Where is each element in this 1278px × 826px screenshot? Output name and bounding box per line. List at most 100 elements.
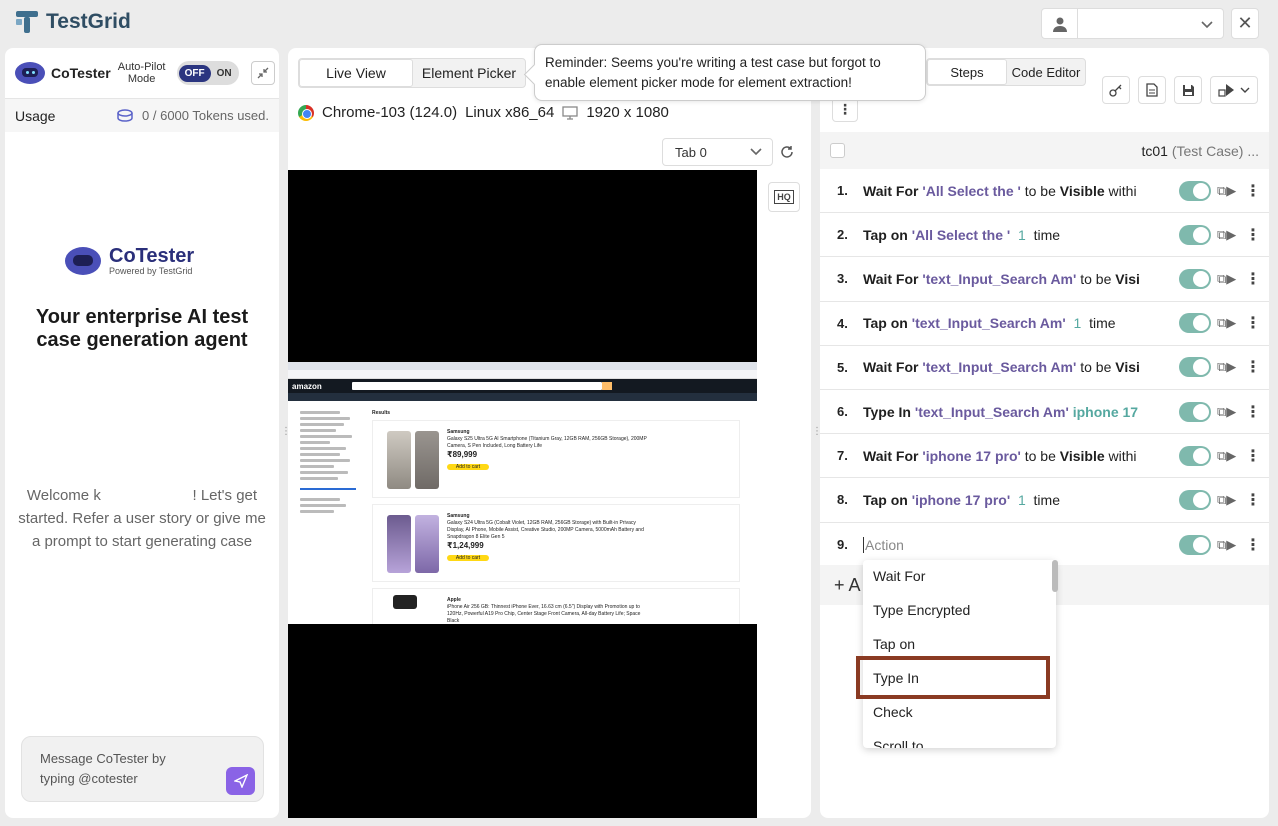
step-row[interactable]: 3. Wait For 'text_Input_Search Am' to be… xyxy=(820,257,1269,302)
step-tail: time xyxy=(1033,491,1060,508)
amazon-page[interactable]: amazon Results Samsung Galaxy S25 Ultra xyxy=(288,362,757,624)
key-icon xyxy=(1109,84,1122,97)
step-text: Wait For 'All Select the ' to be Visible… xyxy=(863,183,1163,199)
collapse-button[interactable] xyxy=(250,61,275,85)
tab-steps[interactable]: Steps xyxy=(927,59,1007,85)
send-icon xyxy=(233,774,248,788)
step-menu-icon[interactable]: ⋮ xyxy=(1245,402,1261,422)
dropdown-option[interactable]: Type Encrypted xyxy=(863,593,1056,627)
amazon-nav: amazon xyxy=(288,379,757,393)
device-screen[interactable]: amazon Results Samsung Galaxy S25 Ultra xyxy=(288,170,757,818)
run-step-icon[interactable]: ⧉▶ xyxy=(1217,404,1236,420)
send-button[interactable] xyxy=(226,767,255,795)
amazon-result[interactable]: Apple iPhone Air 256 GB: Thinnest iPhone… xyxy=(372,588,740,624)
step-condition: Visi xyxy=(1115,359,1140,376)
refresh-icon xyxy=(781,146,793,158)
result-title: Galaxy S25 Ultra 5G AI Smartphone (Titan… xyxy=(447,436,647,449)
refresh-button[interactable] xyxy=(776,138,798,166)
add-to-cart-button[interactable]: Add to cart xyxy=(447,555,489,561)
step-row[interactable]: 6. Type In 'text_Input_Search Am' iphone… xyxy=(820,390,1269,435)
step-enable-toggle[interactable] xyxy=(1179,268,1211,289)
step-row[interactable]: 5. Wait For 'text_Input_Search Am' to be… xyxy=(820,346,1269,390)
collapse-arrows-icon xyxy=(257,67,269,79)
autopilot-toggle[interactable]: OFF ON xyxy=(176,61,239,85)
message-placeholder: Message CoTester by typing @cotester xyxy=(40,751,166,786)
document-button[interactable] xyxy=(1138,76,1166,104)
step-menu-icon[interactable]: ⋮ xyxy=(1245,490,1261,510)
run-step-icon[interactable]: ⧉▶ xyxy=(1217,448,1236,464)
user-select[interactable] xyxy=(1041,8,1224,39)
dropdown-scrollbar[interactable] xyxy=(1052,560,1058,592)
step-number: 9. xyxy=(837,537,848,553)
testcase-type: (Test Case) ... xyxy=(1171,142,1259,159)
dropdown-option[interactable]: Scroll to xyxy=(863,729,1056,748)
element-picker-reminder: Reminder: Seems you're writing a test ca… xyxy=(534,44,926,101)
step-row[interactable]: 7. Wait For 'iphone 17 pro' to be Visibl… xyxy=(820,434,1269,479)
tab-select[interactable]: Tab 0 xyxy=(662,138,773,166)
view-tabs: Live View Element Picker xyxy=(298,58,526,88)
step-row[interactable]: 2. Tap on 'All Select the ' 1 time ⧉▶ ⋮ xyxy=(820,213,1269,258)
run-step-icon[interactable]: ⧉▶ xyxy=(1217,183,1236,199)
run-menu-button[interactable] xyxy=(1210,76,1258,104)
highlight-box xyxy=(856,656,1050,699)
step-menu-icon[interactable]: ⋮ xyxy=(1245,357,1261,377)
close-button[interactable]: ✕ xyxy=(1231,8,1259,39)
step-enable-toggle[interactable] xyxy=(1179,534,1211,555)
step-text: Tap on 'iphone 17 pro' 1 time xyxy=(863,492,1163,508)
cotester-name: CoTester xyxy=(51,65,111,81)
amazon-search-button[interactable] xyxy=(601,382,612,390)
step-enable-toggle[interactable] xyxy=(1179,224,1211,245)
step-menu-icon[interactable]: ⋮ xyxy=(1245,535,1261,555)
key-button[interactable] xyxy=(1102,76,1130,104)
run-step-icon[interactable]: ⧉▶ xyxy=(1217,315,1236,331)
cotester-brand-icon xyxy=(65,247,101,275)
step-menu-icon[interactable]: ⋮ xyxy=(1245,269,1261,289)
step-target: 'text_Input_Search Am' xyxy=(922,359,1077,376)
step-value: iphone 17 xyxy=(1072,403,1139,420)
step-enable-toggle[interactable] xyxy=(1179,313,1211,334)
tab-element-picker[interactable]: Element Picker xyxy=(413,59,525,87)
step-text: Wait For 'iphone 17 pro' to be Visible w… xyxy=(863,448,1163,464)
tab-live-view[interactable]: Live View xyxy=(299,59,413,87)
testgrid-logo-icon xyxy=(16,11,38,33)
run-step-icon[interactable]: ⧉▶ xyxy=(1217,492,1236,508)
step-count: 1 xyxy=(1017,491,1026,508)
step-row[interactable]: 1. Wait For 'All Select the ' to be Visi… xyxy=(820,169,1269,214)
action-input[interactable]: Action xyxy=(863,536,1163,553)
step-row[interactable]: 8. Tap on 'iphone 17 pro' 1 time ⧉▶ ⋮ xyxy=(820,478,1269,523)
save-button[interactable] xyxy=(1174,76,1202,104)
hq-button[interactable]: HQ xyxy=(768,182,800,212)
step-menu-icon[interactable]: ⋮ xyxy=(1245,446,1261,466)
step-row[interactable]: 4. Tap on 'text_Input_Search Am' 1 time … xyxy=(820,302,1269,346)
step-enable-toggle[interactable] xyxy=(1179,180,1211,201)
amazon-result[interactable]: Samsung Galaxy S25 Ultra 5G AI Smartphon… xyxy=(372,420,740,498)
run-step-icon[interactable]: ⧉▶ xyxy=(1217,359,1236,375)
dropdown-option[interactable]: Wait For xyxy=(863,560,1056,593)
step-tail: withi xyxy=(1108,447,1137,464)
step-target: 'All Select the ' xyxy=(922,182,1021,199)
dropdown-option[interactable]: Check xyxy=(863,695,1056,729)
amazon-search[interactable] xyxy=(351,382,602,390)
select-all-checkbox[interactable] xyxy=(830,143,845,158)
run-step-icon[interactable]: ⧉▶ xyxy=(1217,537,1236,553)
step-enable-toggle[interactable] xyxy=(1179,445,1211,466)
add-to-cart-button[interactable]: Add to cart xyxy=(447,464,489,470)
step-enable-toggle[interactable] xyxy=(1179,357,1211,378)
step-tail: time xyxy=(1089,315,1116,332)
chrome-icon xyxy=(298,104,314,121)
steps-list: 1. Wait For 'All Select the ' to be Visi… xyxy=(820,169,1269,567)
run-step-icon[interactable]: ⧉▶ xyxy=(1217,227,1236,243)
hq-icon: HQ xyxy=(774,190,794,204)
step-enable-toggle[interactable] xyxy=(1179,489,1211,510)
amazon-result[interactable]: Samsung Galaxy S24 Ultra 5G (Cobalt Viol… xyxy=(372,504,740,582)
step-menu-icon[interactable]: ⋮ xyxy=(1245,181,1261,201)
step-menu-icon[interactable]: ⋮ xyxy=(1245,225,1261,245)
autopilot-label: Auto-Pilot Mode xyxy=(117,61,166,85)
editor-tabs: Steps Code Editor xyxy=(926,58,1086,86)
tab-code-editor[interactable]: Code Editor xyxy=(1007,59,1085,85)
step-number: 7. xyxy=(837,448,848,464)
step-text: Tap on 'All Select the ' 1 time xyxy=(863,227,1163,243)
step-menu-icon[interactable]: ⋮ xyxy=(1245,313,1261,333)
step-enable-toggle[interactable] xyxy=(1179,401,1211,422)
run-step-icon[interactable]: ⧉▶ xyxy=(1217,271,1236,287)
